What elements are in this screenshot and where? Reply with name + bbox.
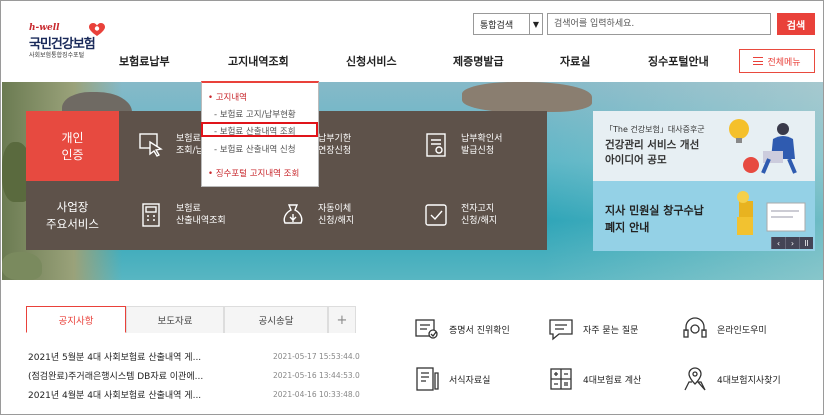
tile-label-2: 연장신청 bbox=[318, 146, 352, 156]
banner-prev-button[interactable]: ‹ bbox=[771, 237, 785, 249]
personal-auth-tile[interactable]: 개인인증 bbox=[26, 111, 119, 181]
tile-label-1: 자동이체 bbox=[318, 204, 352, 214]
hamburger-icon bbox=[753, 57, 764, 65]
logo-sub: 사회보험통합징수포털 bbox=[29, 52, 85, 59]
nav-item-payment[interactable]: 보험료납부 bbox=[119, 53, 170, 69]
tile-label-2: 신청/해지 bbox=[461, 216, 498, 226]
search-category-select[interactable]: 통합검색 ▼ bbox=[473, 13, 543, 35]
banner-pause-button[interactable]: ll bbox=[799, 237, 813, 249]
tab-more-button[interactable]: + bbox=[328, 306, 356, 333]
search-button[interactable]: 검색 bbox=[777, 13, 815, 35]
tile-label-1: 납부기한 bbox=[318, 134, 352, 144]
tile-auto-transfer[interactable]: 자동이체신청/해지 bbox=[261, 181, 404, 250]
map-pin-icon bbox=[684, 367, 706, 391]
notice-item[interactable]: 2021년 5월분 4대 사회보험료 산출내역 게... bbox=[28, 350, 201, 363]
all-menu-button[interactable]: 전체메뉴 bbox=[739, 49, 815, 73]
notice-date: 2021-05-16 13:44:53.0 bbox=[273, 371, 360, 380]
calculator-icon bbox=[142, 203, 160, 227]
nav-item-portal-guide[interactable]: 징수포털안내 bbox=[648, 53, 709, 69]
tab-press[interactable]: 보도자료 bbox=[126, 306, 224, 333]
quick-link-online-helper[interactable]: 온라인도우미 bbox=[681, 315, 767, 343]
money-bag-icon bbox=[283, 204, 303, 224]
headset-icon bbox=[683, 317, 707, 338]
quick-link-label: 서식자료실 bbox=[449, 375, 491, 386]
banner-line-2: 폐지 안내 bbox=[605, 221, 650, 234]
business-label-1: 사업장 bbox=[56, 200, 89, 214]
nav-item-certificate[interactable]: 제증명발급 bbox=[453, 53, 504, 69]
quick-link-certificate-verify[interactable]: 증명서 진위확인 bbox=[413, 315, 510, 343]
banner-small-text: 「The 건강보험」대사증후군 bbox=[605, 125, 705, 134]
dropdown-item-calculation-request[interactable]: - 보험료 산출내역 신청 bbox=[214, 143, 296, 155]
tile-label-2: 산출내역조회 bbox=[176, 216, 226, 226]
quick-link-branch-finder[interactable]: 4대보험지사찾기 bbox=[681, 365, 781, 393]
business-label-2: 주요서비스 bbox=[46, 217, 99, 231]
quick-link-faq[interactable]: 자주 묻는 질문 bbox=[547, 315, 638, 343]
chat-faq-icon bbox=[549, 319, 573, 341]
tab-notices[interactable]: 공지사항 bbox=[26, 306, 126, 333]
banner-line-2: 아이디어 공모 bbox=[605, 154, 667, 166]
notice-tabs: 공지사항 보도자료 공시송달 + bbox=[26, 306, 356, 333]
dropdown-category-portal-notice[interactable]: • 징수포털 고지내역 조회 bbox=[208, 167, 299, 179]
phone-notice-icon bbox=[425, 204, 447, 226]
search-input[interactable] bbox=[547, 13, 771, 35]
notice-item[interactable]: (점검완료)주거래은행시스템 DB자료 이관에... bbox=[28, 369, 203, 382]
tile-label-2: 발급신청 bbox=[461, 146, 495, 156]
dropdown-category-notice[interactable]: • 고지내역 bbox=[208, 91, 247, 103]
lightbulb-person-illustration-icon bbox=[729, 119, 797, 174]
tile-electronic-notice[interactable]: 전자고지신청/해지 bbox=[404, 181, 547, 250]
quick-link-forms[interactable]: 서식자료실 bbox=[413, 365, 490, 393]
banner-line-1: 건강관리 서비스 개선 bbox=[605, 139, 700, 151]
page: h-well 국민건강보험 사회보험통합징수포털 통합검색 ▼ 검색 보험료납부… bbox=[0, 0, 824, 415]
coins-illustration-icon bbox=[737, 191, 806, 235]
personal-label-2: 인증 bbox=[61, 148, 84, 162]
quick-link-label: 4대보험지사찾기 bbox=[717, 375, 781, 386]
quick-link-label: 온라인도우미 bbox=[717, 325, 767, 336]
nav-item-application[interactable]: 신청서비스 bbox=[346, 53, 397, 69]
cursor-click-icon bbox=[139, 133, 163, 157]
tile-label-2: 신청/해지 bbox=[318, 216, 355, 226]
tab-public-service[interactable]: 공시송달 bbox=[224, 306, 328, 333]
calculator-icon bbox=[550, 368, 572, 390]
quick-link-label: 자주 묻는 질문 bbox=[583, 325, 639, 336]
tile-label-1: 보험료 bbox=[176, 134, 201, 144]
document-pen-icon bbox=[416, 367, 439, 391]
tile-payment-confirmation[interactable]: 납부확인서발급신청 bbox=[404, 111, 547, 180]
notice-date: 2021-05-17 15:53:44.0 bbox=[273, 352, 360, 361]
banner-idea-contest[interactable]: 「The 건강보험」대사증후군 건강관리 서비스 개선 아이디어 공모 bbox=[593, 111, 815, 181]
search-category-value: 통합검색 bbox=[480, 20, 514, 31]
tile-label-1: 납부확인서 bbox=[461, 134, 503, 144]
business-services-tile[interactable]: 사업장주요서비스 bbox=[26, 181, 119, 250]
tile-label-1: 보험료 bbox=[176, 204, 201, 214]
main-nav: 보험료납부 고지내역조회 신청서비스 제증명발급 자료실 징수포털안내 bbox=[91, 47, 731, 77]
all-menu-label: 전체메뉴 bbox=[767, 57, 801, 68]
nav-item-notice-history[interactable]: 고지내역조회 bbox=[228, 53, 289, 69]
certificate-check-icon bbox=[415, 319, 438, 339]
banner-line-1: 지사 민원실 창구수납 bbox=[605, 204, 704, 217]
tile-label-1: 전자고지 bbox=[461, 204, 495, 214]
quick-link-premium-calculator[interactable]: 4대보험료 계산 bbox=[547, 365, 641, 393]
certificate-icon bbox=[426, 133, 446, 157]
tile-calculation-inquiry[interactable]: 보험료산출내역조회 bbox=[119, 181, 261, 250]
banner-controls: ‹ › ll bbox=[771, 237, 815, 249]
logo-tagline: h-well bbox=[29, 23, 60, 33]
banner-next-button[interactable]: › bbox=[785, 237, 799, 249]
chevron-down-icon: ▼ bbox=[529, 14, 542, 34]
dropdown-item-payment-status[interactable]: - 보험료 고지/납부현황 bbox=[214, 108, 296, 120]
quick-link-label: 증명서 진위확인 bbox=[449, 325, 510, 336]
notice-item[interactable]: 2021년 4월분 4대 사회보험료 산출내역 게... bbox=[28, 388, 201, 401]
personal-label-1: 개인 bbox=[61, 131, 84, 145]
quick-link-label: 4대보험료 계산 bbox=[583, 375, 642, 386]
nav-item-library[interactable]: 자료실 bbox=[560, 53, 590, 69]
notice-date: 2021-04-16 10:33:48.0 bbox=[273, 390, 360, 399]
highlight-box bbox=[201, 122, 318, 137]
